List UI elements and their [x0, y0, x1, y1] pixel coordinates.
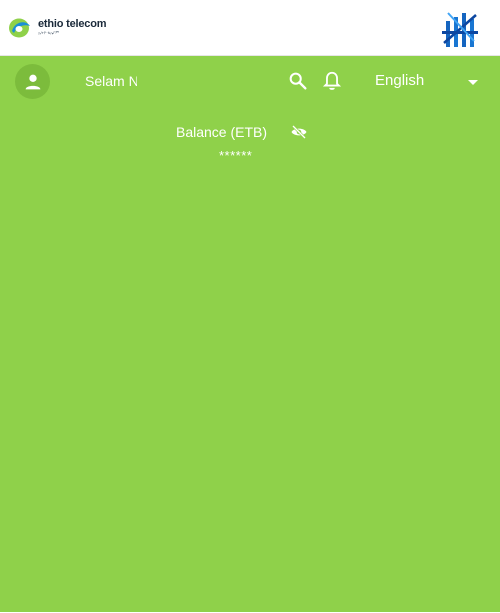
search-icon	[289, 72, 307, 90]
balance-label: Balance (ETB)	[176, 124, 268, 140]
person-icon	[25, 74, 40, 89]
app-header: ethio telecom ኢትዮ ቴሌኮም	[0, 0, 500, 56]
ethio-telecom-logo[interactable]: ethio telecom ኢትዮ ቴሌኮም	[8, 17, 107, 39]
balance-row: Balance (ETB)	[176, 123, 308, 143]
greeting-text: Selam N	[85, 73, 137, 89]
logo-subtext: ኢትዮ ቴሌኮም	[38, 30, 60, 35]
main-content: Selam N English Balance (ETB) ******	[0, 56, 500, 612]
building-brand-icon[interactable]	[440, 7, 480, 49]
logo-text: ethio telecom	[38, 18, 107, 30]
logo-mark-icon	[9, 18, 30, 38]
language-label: English	[375, 72, 425, 89]
balance-value: ******	[219, 148, 253, 163]
notifications-button[interactable]	[321, 70, 343, 92]
eye-off-icon	[291, 125, 306, 139]
avatar[interactable]	[15, 64, 50, 99]
search-button[interactable]	[287, 70, 309, 92]
language-select[interactable]: English	[375, 70, 485, 92]
bell-icon	[322, 71, 342, 90]
toggle-balance-visibility-button[interactable]	[290, 123, 308, 141]
caret-down-icon	[468, 80, 478, 85]
